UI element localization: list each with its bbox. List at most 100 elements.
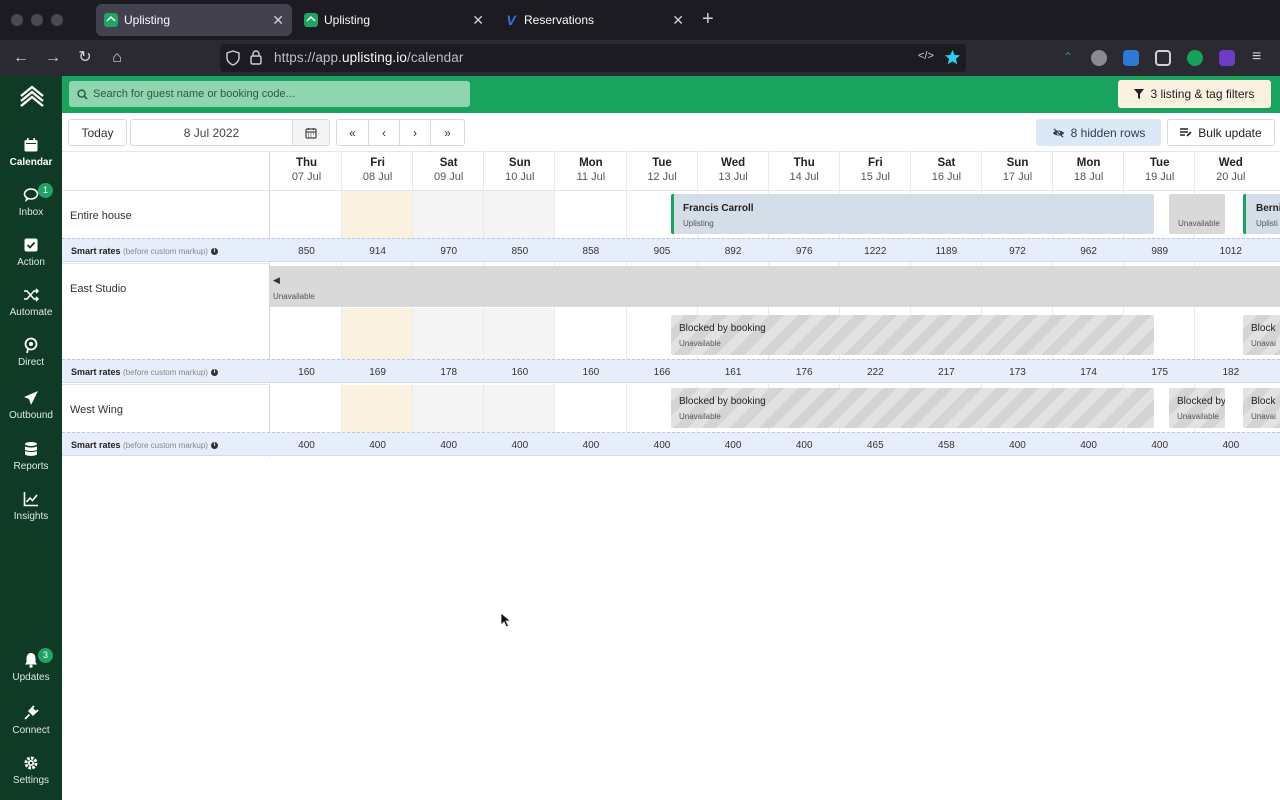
info-icon[interactable]: i — [210, 442, 218, 450]
blocked-by-booking-partial[interactable]: Block Unavai — [1243, 388, 1280, 428]
rate-cell[interactable]: 892 — [698, 246, 769, 257]
close-tab-icon[interactable]: ✕ — [672, 12, 684, 28]
browser-tab-uplisting-active[interactable]: Uplisting ✕ — [96, 4, 292, 36]
rate-cell[interactable]: 1222 — [840, 246, 911, 257]
rate-cell[interactable]: 400 — [769, 440, 840, 451]
sidebar-item-direct[interactable]: Direct — [0, 337, 62, 381]
window-close-dot[interactable] — [11, 14, 23, 26]
rate-cell[interactable]: 850 — [271, 246, 342, 257]
rate-cell[interactable]: 1189 — [911, 246, 982, 257]
sidebar-item-reports[interactable]: Reports — [0, 441, 62, 485]
rate-cell[interactable]: 905 — [627, 246, 698, 257]
search-input[interactable]: Search for guest name or booking code... — [69, 81, 470, 107]
url-bar[interactable]: https://app.uplisting.io/calendar </> — [220, 44, 966, 72]
uplisting-extension-icon[interactable]: ⌃ — [1060, 50, 1076, 66]
rate-cell[interactable]: 400 — [1195, 440, 1266, 451]
lock-icon[interactable] — [250, 50, 262, 65]
blocked-by-booking-partial[interactable]: Block Unavai — [1243, 315, 1280, 355]
rate-cell[interactable]: 160 — [484, 367, 555, 378]
rate-cell[interactable]: 160 — [271, 367, 342, 378]
listing-name-entire-house[interactable]: Entire house — [70, 210, 132, 222]
date-field[interactable]: 8 Jul 2022 — [130, 119, 293, 146]
rate-cell[interactable]: 169 — [342, 367, 413, 378]
rate-cell[interactable]: 222 — [840, 367, 911, 378]
rate-cell[interactable]: 160 — [555, 367, 626, 378]
rate-cell[interactable]: 970 — [413, 246, 484, 257]
rate-cell[interactable]: 400 — [484, 440, 555, 451]
blocked-by-booking[interactable]: Blocked by booking Unavailable — [671, 315, 1154, 355]
date-picker-button[interactable] — [292, 119, 330, 146]
shield-icon[interactable] — [226, 50, 240, 66]
extension-badge-icon[interactable] — [1123, 50, 1139, 66]
sidebar-item-settings[interactable]: Settings — [0, 755, 62, 799]
back-arrow-icon[interactable]: ← — [11, 48, 31, 68]
rate-cell[interactable]: 400 — [982, 440, 1053, 451]
today-button[interactable]: Today — [68, 119, 127, 146]
previous-button[interactable]: ‹ — [368, 119, 400, 146]
v-extension-icon[interactable] — [1219, 50, 1235, 66]
rate-cell[interactable]: 400 — [1124, 440, 1195, 451]
sidebar-item-automate[interactable]: Automate — [0, 287, 62, 331]
window-minimize-dot[interactable] — [31, 14, 43, 26]
first-page-button[interactable]: « — [336, 119, 369, 146]
info-extension-icon[interactable] — [1091, 50, 1107, 66]
blocked-by-booking-short[interactable]: Blocked by Unavailable — [1169, 388, 1225, 428]
code-icon[interactable]: </> — [918, 50, 934, 62]
browser-tab-reservations[interactable]: V Reservations ✕ — [496, 4, 692, 36]
rate-cell[interactable]: 400 — [271, 440, 342, 451]
rate-cell[interactable]: 178 — [413, 367, 484, 378]
next-button[interactable]: › — [399, 119, 431, 146]
home-icon[interactable]: ⌂ — [107, 48, 127, 68]
rate-cell[interactable]: 217 — [911, 367, 982, 378]
blocked-by-booking[interactable]: Blocked by booking Unavailable — [671, 388, 1154, 428]
sidebar-item-action[interactable]: Action — [0, 237, 62, 281]
rate-cell[interactable]: 914 — [342, 246, 413, 257]
hidden-rows-button[interactable]: 8 hidden rows — [1036, 119, 1161, 146]
browser-tab-uplisting[interactable]: Uplisting ✕ — [296, 4, 492, 36]
window-zoom-dot[interactable] — [51, 14, 63, 26]
rate-cell[interactable]: 400 — [555, 440, 626, 451]
close-tab-icon[interactable]: ✕ — [272, 12, 284, 28]
forward-arrow-icon[interactable]: → — [43, 48, 63, 68]
rate-cell[interactable]: 962 — [1053, 246, 1124, 257]
unavailable-block[interactable]: Unavailable — [1169, 194, 1225, 234]
uplisting-logo-icon[interactable] — [19, 85, 45, 107]
close-tab-icon[interactable]: ✕ — [472, 12, 484, 28]
sidebar-item-insights[interactable]: Insights — [0, 491, 62, 535]
rate-cell[interactable]: 976 — [769, 246, 840, 257]
rate-cell[interactable]: 465 — [840, 440, 911, 451]
rate-cell[interactable]: 166 — [627, 367, 698, 378]
reload-icon[interactable]: ↻ — [75, 48, 95, 68]
listing-name-west-wing[interactable]: West Wing — [70, 404, 123, 416]
rate-cell[interactable]: 989 — [1124, 246, 1195, 257]
booking-francis-carroll[interactable]: Francis Carroll Uplisting — [671, 194, 1154, 234]
crop-extension-icon[interactable] — [1155, 50, 1171, 66]
rate-cell[interactable]: 400 — [413, 440, 484, 451]
booking-partial-next[interactable]: Berni Uplisti — [1243, 194, 1280, 234]
rate-cell[interactable]: 400 — [627, 440, 698, 451]
unavailable-block-full[interactable]: ◀ Unavailable — [270, 266, 1280, 307]
grammarly-extension-icon[interactable] — [1187, 50, 1203, 66]
rate-cell[interactable]: 176 — [769, 367, 840, 378]
rate-cell[interactable]: 850 — [484, 246, 555, 257]
listing-name-east-studio[interactable]: East Studio — [70, 283, 126, 295]
rate-cell[interactable]: 174 — [1053, 367, 1124, 378]
sidebar-item-inbox[interactable]: 1 Inbox — [0, 183, 62, 231]
info-icon[interactable]: i — [210, 369, 218, 377]
sidebar-item-updates[interactable]: 3 Updates — [0, 648, 62, 696]
sidebar-item-calendar[interactable]: Calendar — [0, 137, 62, 181]
rate-cell[interactable]: 173 — [982, 367, 1053, 378]
sidebar-item-outbound[interactable]: Outbound — [0, 390, 62, 434]
menu-hamburger-icon[interactable]: ≡ — [1252, 48, 1261, 66]
listing-tag-filters-button[interactable]: 3 listing & tag filters — [1118, 80, 1271, 108]
rate-cell[interactable]: 972 — [982, 246, 1053, 257]
info-icon[interactable]: i — [210, 248, 218, 256]
rate-cell[interactable]: 1012 — [1195, 246, 1266, 257]
rate-cell[interactable]: 175 — [1124, 367, 1195, 378]
rate-cell[interactable]: 400 — [342, 440, 413, 451]
rate-cell[interactable]: 458 — [911, 440, 982, 451]
rate-cell[interactable]: 400 — [698, 440, 769, 451]
rate-cell[interactable]: 400 — [1053, 440, 1124, 451]
sidebar-item-connect[interactable]: Connect — [0, 705, 62, 749]
bulk-update-button[interactable]: Bulk update — [1167, 119, 1275, 146]
